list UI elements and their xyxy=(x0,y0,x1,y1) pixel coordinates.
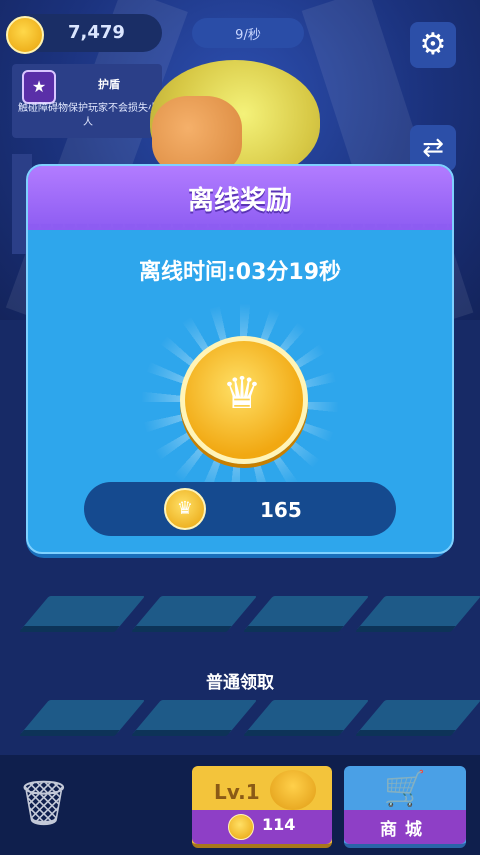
coin-icon xyxy=(228,814,254,840)
pet-icon xyxy=(270,770,316,810)
settings-button[interactable]: ⚙ xyxy=(410,22,456,68)
crown-icon: ♛ xyxy=(222,368,262,419)
claim-button[interactable]: 普通领取 xyxy=(0,668,480,693)
trash-icon: 🗑 xyxy=(16,778,72,829)
gear-icon: ⚙ xyxy=(419,27,447,62)
modal-header-wave xyxy=(28,224,452,234)
offline-reward-modal: 离线奖励 离线时间:03分19秒 ♛ ♛ 165 xyxy=(26,164,454,554)
pet-level: Lv.1 xyxy=(214,780,260,804)
swap-icon: ⇄ xyxy=(422,133,444,163)
cart-icon: 🛒 xyxy=(383,769,427,809)
modal-title: 离线奖励 xyxy=(187,186,292,216)
shop-label: 商城 xyxy=(380,820,430,840)
shield-title: 护盾 xyxy=(98,78,120,91)
reward-amount-bar xyxy=(84,482,396,536)
income-rate-label: 9/秒 xyxy=(235,28,261,43)
coin-amount: 7,479 xyxy=(68,22,125,43)
trash-button[interactable]: 🗑 xyxy=(16,778,72,830)
pet-price: 114 xyxy=(262,815,296,834)
reward-amount: 165 xyxy=(260,498,302,522)
offline-time: 离线时间:03分19秒 xyxy=(138,260,342,285)
coin-icon xyxy=(6,16,44,54)
shield-icon: ★ xyxy=(22,70,56,104)
shield-description: 触碰障碍物保护玩家不会损失小人 xyxy=(18,103,158,128)
coin-icon: ♛ xyxy=(164,488,206,530)
